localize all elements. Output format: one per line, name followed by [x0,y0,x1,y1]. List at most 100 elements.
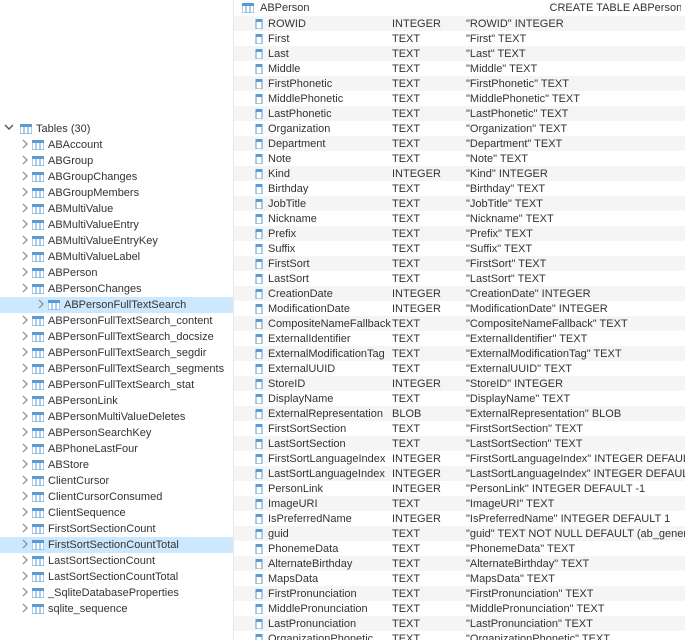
column-row[interactable]: ImageURITEXT"ImageURI" TEXT [234,496,685,511]
column-row[interactable]: LastPronunciationTEXT"LastPronunciation"… [234,616,685,631]
column-row[interactable]: ModificationDateINTEGER"ModificationDate… [234,301,685,316]
chevron-right-icon[interactable] [20,523,32,536]
sidebar-item-abmultivalueentry[interactable]: ABMultiValueEntry [0,217,233,233]
chevron-right-icon[interactable] [20,267,32,280]
sidebar-item-abgroupmembers[interactable]: ABGroupMembers [0,185,233,201]
chevron-right-icon[interactable] [20,251,32,264]
chevron-right-icon[interactable] [20,331,32,344]
sidebar-item-abgroup[interactable]: ABGroup [0,153,233,169]
column-row[interactable]: LastSortTEXT"LastSort" TEXT [234,271,685,286]
column-row[interactable]: NicknameTEXT"Nickname" TEXT [234,211,685,226]
sidebar-item-clientsequence[interactable]: ClientSequence [0,505,233,521]
sidebar[interactable]: Tables (30) ABAccountABGroupABGroupChang… [0,0,234,640]
sidebar-item-abmultivaluelabel[interactable]: ABMultiValueLabel [0,249,233,265]
column-row[interactable]: SuffixTEXT"Suffix" TEXT [234,241,685,256]
chevron-down-icon[interactable] [4,122,16,135]
chevron-right-icon[interactable] [20,315,32,328]
chevron-right-icon[interactable] [20,507,32,520]
column-row[interactable]: CreationDateINTEGER"CreationDate" INTEGE… [234,286,685,301]
sidebar-item-clientcursorconsumed[interactable]: ClientCursorConsumed [0,489,233,505]
column-row[interactable]: BirthdayTEXT"Birthday" TEXT [234,181,685,196]
sidebar-item-sqlite_sequence[interactable]: sqlite_sequence [0,601,233,617]
chevron-right-icon[interactable] [20,539,32,552]
column-row[interactable]: MiddleTEXT"Middle" TEXT [234,61,685,76]
column-row[interactable]: ExternalRepresentationBLOB"ExternalRepre… [234,406,685,421]
chevron-right-icon[interactable] [20,235,32,248]
column-row[interactable]: MiddlePhoneticTEXT"MiddlePhonetic" TEXT [234,91,685,106]
chevron-right-icon[interactable] [20,411,32,424]
column-row[interactable]: LastSortSectionTEXT"LastSortSection" TEX… [234,436,685,451]
chevron-right-icon[interactable] [20,155,32,168]
sidebar-item-abpersonmultivaluedeletes[interactable]: ABPersonMultiValueDeletes [0,409,233,425]
column-row[interactable]: LastPhoneticTEXT"LastPhonetic" TEXT [234,106,685,121]
chevron-right-icon[interactable] [20,283,32,296]
table-header-row[interactable]: ABPerson CREATE TABLE ABPerson (ROWID IN… [234,0,685,16]
chevron-right-icon[interactable] [20,603,32,616]
sidebar-item-firstsortsectioncount[interactable]: FirstSortSectionCount [0,521,233,537]
column-row[interactable]: PrefixTEXT"Prefix" TEXT [234,226,685,241]
chevron-right-icon[interactable] [20,219,32,232]
sidebar-item-abmultivalueentrykey[interactable]: ABMultiValueEntryKey [0,233,233,249]
chevron-right-icon[interactable] [20,459,32,472]
column-row[interactable]: ROWIDINTEGER"ROWID" INTEGER [234,16,685,31]
column-row[interactable]: OrganizationTEXT"Organization" TEXT [234,121,685,136]
sidebar-item-abpersonsearchkey[interactable]: ABPersonSearchKey [0,425,233,441]
sidebar-item-abpersonfulltextsearch_stat[interactable]: ABPersonFullTextSearch_stat [0,377,233,393]
sidebar-item-abpersonchanges[interactable]: ABPersonChanges [0,281,233,297]
column-row[interactable]: IsPreferredNameINTEGER"IsPreferredName" … [234,511,685,526]
column-row[interactable]: KindINTEGER"Kind" INTEGER [234,166,685,181]
column-row[interactable]: MiddlePronunciationTEXT"MiddlePronunciat… [234,601,685,616]
chevron-right-icon[interactable] [20,363,32,376]
column-row[interactable]: JobTitleTEXT"JobTitle" TEXT [234,196,685,211]
sidebar-item-_sqlitedatabaseproperties[interactable]: _SqliteDatabaseProperties [0,585,233,601]
sidebar-item-abpersonlink[interactable]: ABPersonLink [0,393,233,409]
column-row[interactable]: guidTEXT"guid" TEXT NOT NULL DEFAULT (ab… [234,526,685,541]
column-row[interactable]: StoreIDINTEGER"StoreID" INTEGER [234,376,685,391]
column-row[interactable]: FirstPhoneticTEXT"FirstPhonetic" TEXT [234,76,685,91]
column-row[interactable]: CompositeNameFallbackTEXT"CompositeNameF… [234,316,685,331]
chevron-right-icon[interactable] [20,395,32,408]
chevron-right-icon[interactable] [20,555,32,568]
column-row[interactable]: FirstTEXT"First" TEXT [234,31,685,46]
sidebar-item-abpersonfulltextsearch_content[interactable]: ABPersonFullTextSearch_content [0,313,233,329]
column-row[interactable]: FirstSortTEXT"FirstSort" TEXT [234,256,685,271]
column-row[interactable]: PhonemeDataTEXT"PhonemeData" TEXT [234,541,685,556]
sidebar-item-firstsortsectioncounttotal[interactable]: FirstSortSectionCountTotal [0,537,233,553]
chevron-right-icon[interactable] [20,491,32,504]
column-row[interactable]: ExternalIdentifierTEXT"ExternalIdentifie… [234,331,685,346]
detail-pane[interactable]: ABPerson CREATE TABLE ABPerson (ROWID IN… [234,0,685,640]
sidebar-item-abgroupchanges[interactable]: ABGroupChanges [0,169,233,185]
chevron-right-icon[interactable] [20,347,32,360]
tables-root[interactable]: Tables (30) [0,120,233,137]
chevron-right-icon[interactable] [20,187,32,200]
column-row[interactable]: DepartmentTEXT"Department" TEXT [234,136,685,151]
chevron-right-icon[interactable] [36,299,48,312]
column-row[interactable]: DisplayNameTEXT"DisplayName" TEXT [234,391,685,406]
column-row[interactable]: MapsDataTEXT"MapsData" TEXT [234,571,685,586]
column-row[interactable]: OrganizationPhoneticTEXT"OrganizationPho… [234,631,685,640]
column-row[interactable]: LastSortLanguageIndexINTEGER"LastSortLan… [234,466,685,481]
column-row[interactable]: ExternalUUIDTEXT"ExternalUUID" TEXT [234,361,685,376]
sidebar-item-lastsortsectioncount[interactable]: LastSortSectionCount [0,553,233,569]
column-row[interactable]: LastTEXT"Last" TEXT [234,46,685,61]
column-row[interactable]: NoteTEXT"Note" TEXT [234,151,685,166]
sidebar-item-abperson[interactable]: ABPerson [0,265,233,281]
sidebar-item-abstore[interactable]: ABStore [0,457,233,473]
chevron-right-icon[interactable] [20,475,32,488]
chevron-right-icon[interactable] [20,203,32,216]
chevron-right-icon[interactable] [20,379,32,392]
sidebar-item-abphonelastfour[interactable]: ABPhoneLastFour [0,441,233,457]
sidebar-item-abpersonfulltextsearch_docsize[interactable]: ABPersonFullTextSearch_docsize [0,329,233,345]
sidebar-item-abpersonfulltextsearch[interactable]: ABPersonFullTextSearch [0,297,233,313]
column-row[interactable]: AlternateBirthdayTEXT"AlternateBirthday"… [234,556,685,571]
sidebar-item-abaccount[interactable]: ABAccount [0,137,233,153]
sidebar-item-abpersonfulltextsearch_segments[interactable]: ABPersonFullTextSearch_segments [0,361,233,377]
chevron-right-icon[interactable] [20,139,32,152]
chevron-right-icon[interactable] [20,571,32,584]
chevron-right-icon[interactable] [20,171,32,184]
chevron-right-icon[interactable] [20,427,32,440]
sidebar-item-abpersonfulltextsearch_segdir[interactable]: ABPersonFullTextSearch_segdir [0,345,233,361]
column-row[interactable]: FirstSortSectionTEXT"FirstSortSection" T… [234,421,685,436]
sidebar-item-clientcursor[interactable]: ClientCursor [0,473,233,489]
sidebar-item-abmultivalue[interactable]: ABMultiValue [0,201,233,217]
